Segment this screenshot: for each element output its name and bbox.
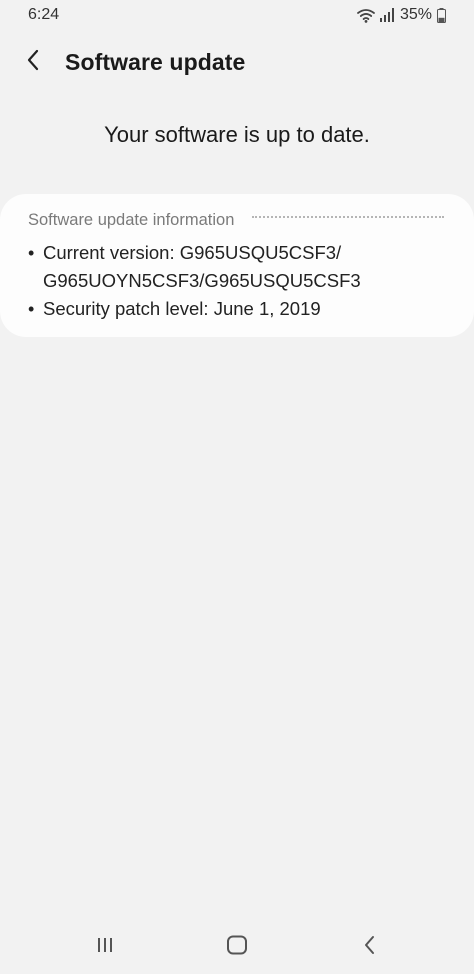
status-time: 6:24 xyxy=(28,6,60,23)
status-left: 6:24 xyxy=(28,6,59,24)
software-info-card: Software update information • Current ve… xyxy=(0,194,474,337)
security-patch-item: • Security patch level: June 1, 2019 xyxy=(28,295,446,323)
back-icon xyxy=(363,935,377,960)
wifi-icon xyxy=(357,8,375,23)
page-title: Software update xyxy=(65,48,246,75)
security-patch-text: Security patch level: June 1, 2019 xyxy=(43,298,321,319)
signal-icon xyxy=(379,8,395,22)
bullet-icon: • xyxy=(28,299,35,319)
recent-apps-button[interactable] xyxy=(85,932,125,962)
chevron-left-icon xyxy=(26,49,40,76)
navigation-bar xyxy=(0,920,474,974)
battery-icon xyxy=(437,7,446,23)
app-header: Software update xyxy=(0,40,474,84)
software-update-screen: 6:24 35% Software update Your software i… xyxy=(0,0,474,974)
home-button[interactable] xyxy=(217,932,257,962)
update-status-message: Your software is up to date. xyxy=(104,122,370,147)
system-back-button[interactable] xyxy=(350,932,390,962)
recent-apps-icon xyxy=(95,936,115,959)
bullet-icon: • xyxy=(28,243,35,263)
status-bar: 6:24 35% xyxy=(0,0,474,30)
card-header: Software update information xyxy=(28,210,446,230)
status-right: 35% xyxy=(357,6,446,24)
dotted-divider xyxy=(252,216,444,218)
info-list: • Current version: G965USQU5CSF3/ G965UO… xyxy=(28,239,446,323)
current-version-item: • Current version: G965USQU5CSF3/ G965UO… xyxy=(28,239,446,295)
current-version-text: Current version: G965USQU5CSF3/ G965UOYN… xyxy=(43,242,361,291)
battery-percent: 35% xyxy=(399,6,432,23)
back-button[interactable] xyxy=(18,42,48,82)
home-icon xyxy=(226,935,248,960)
card-heading: Software update information xyxy=(28,210,235,229)
